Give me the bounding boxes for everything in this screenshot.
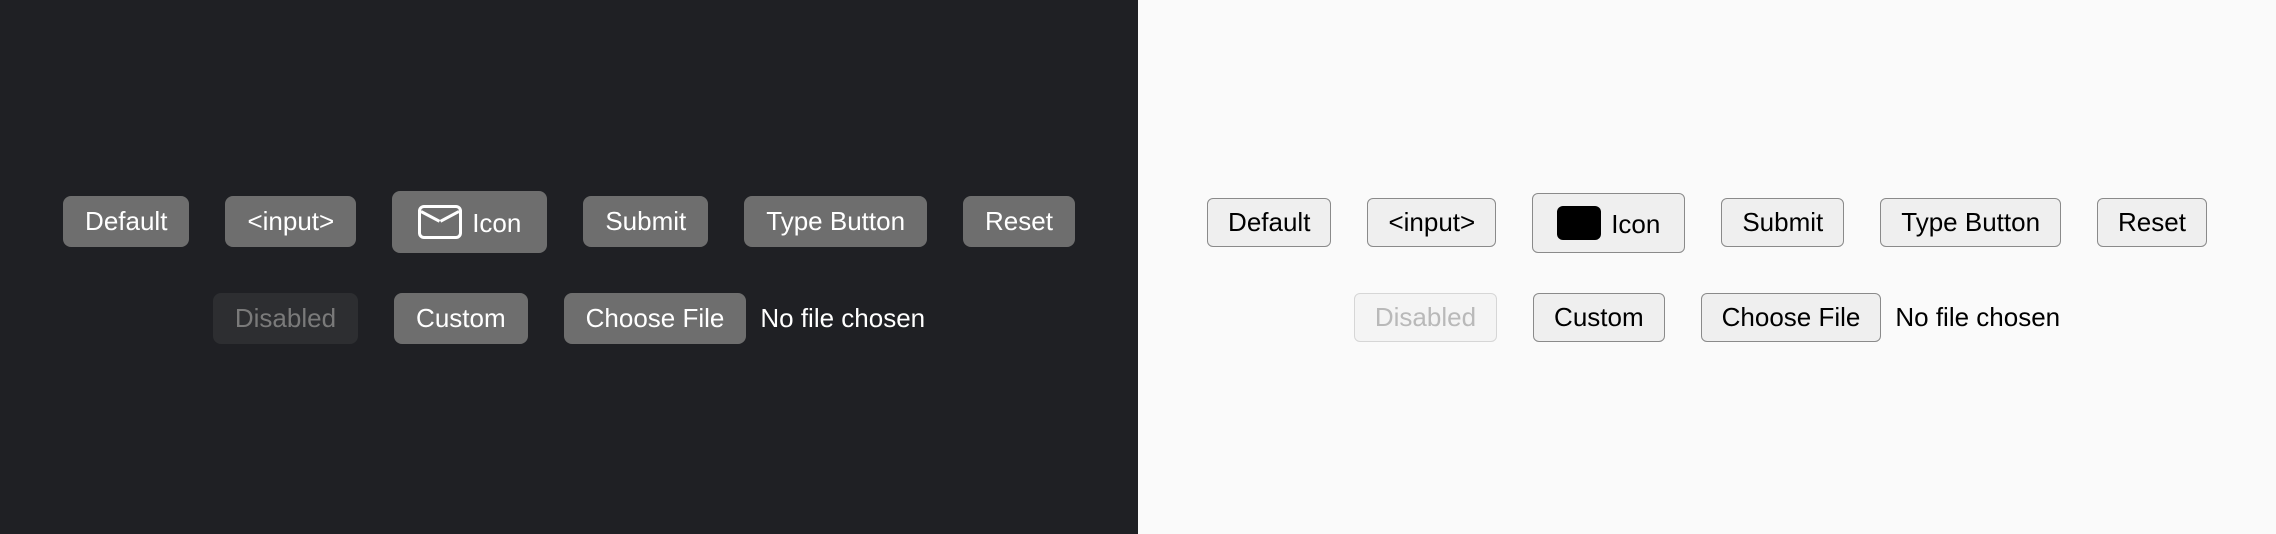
choose-file-button[interactable]: Choose File <box>1701 293 1882 342</box>
input-button[interactable] <box>1367 198 1496 247</box>
reset-button[interactable]: Reset <box>2097 198 2207 247</box>
file-status-text: No file chosen <box>760 303 925 334</box>
reset-button[interactable]: Reset <box>963 196 1075 247</box>
submit-button[interactable]: Submit <box>583 196 708 247</box>
file-input[interactable]: Choose File No file chosen <box>1701 293 2061 342</box>
dark-theme-panel: Default Icon Submit Type Button Reset Di… <box>0 0 1138 534</box>
dark-row-2: Disabled Custom Choose File No file chos… <box>213 293 925 344</box>
default-button[interactable]: Default <box>1207 198 1331 247</box>
icon-button-label: Icon <box>1611 209 1660 240</box>
icon-button[interactable]: Icon <box>392 191 547 253</box>
input-button[interactable] <box>225 196 356 247</box>
custom-button[interactable]: Custom <box>1533 293 1665 342</box>
type-button[interactable]: Type Button <box>744 196 927 247</box>
light-theme-panel: Default Icon Submit Type Button Reset Di… <box>1138 0 2276 534</box>
default-button[interactable]: Default <box>63 196 189 247</box>
light-row-2: Disabled Custom Choose File No file chos… <box>1354 293 2060 342</box>
envelope-icon <box>418 205 462 239</box>
disabled-button: Disabled <box>213 293 358 344</box>
dark-row-1: Default Icon Submit Type Button Reset <box>63 191 1075 253</box>
envelope-icon <box>1557 206 1601 240</box>
file-status-text: No file chosen <box>1895 302 2060 333</box>
type-button[interactable]: Type Button <box>1880 198 2061 247</box>
light-row-1: Default Icon Submit Type Button Reset <box>1207 193 2207 253</box>
choose-file-button[interactable]: Choose File <box>564 293 747 344</box>
icon-button-label: Icon <box>472 208 521 239</box>
icon-button[interactable]: Icon <box>1532 193 1685 253</box>
submit-button[interactable]: Submit <box>1721 198 1844 247</box>
disabled-button: Disabled <box>1354 293 1497 342</box>
custom-button[interactable]: Custom <box>394 293 528 344</box>
file-input[interactable]: Choose File No file chosen <box>564 293 926 344</box>
